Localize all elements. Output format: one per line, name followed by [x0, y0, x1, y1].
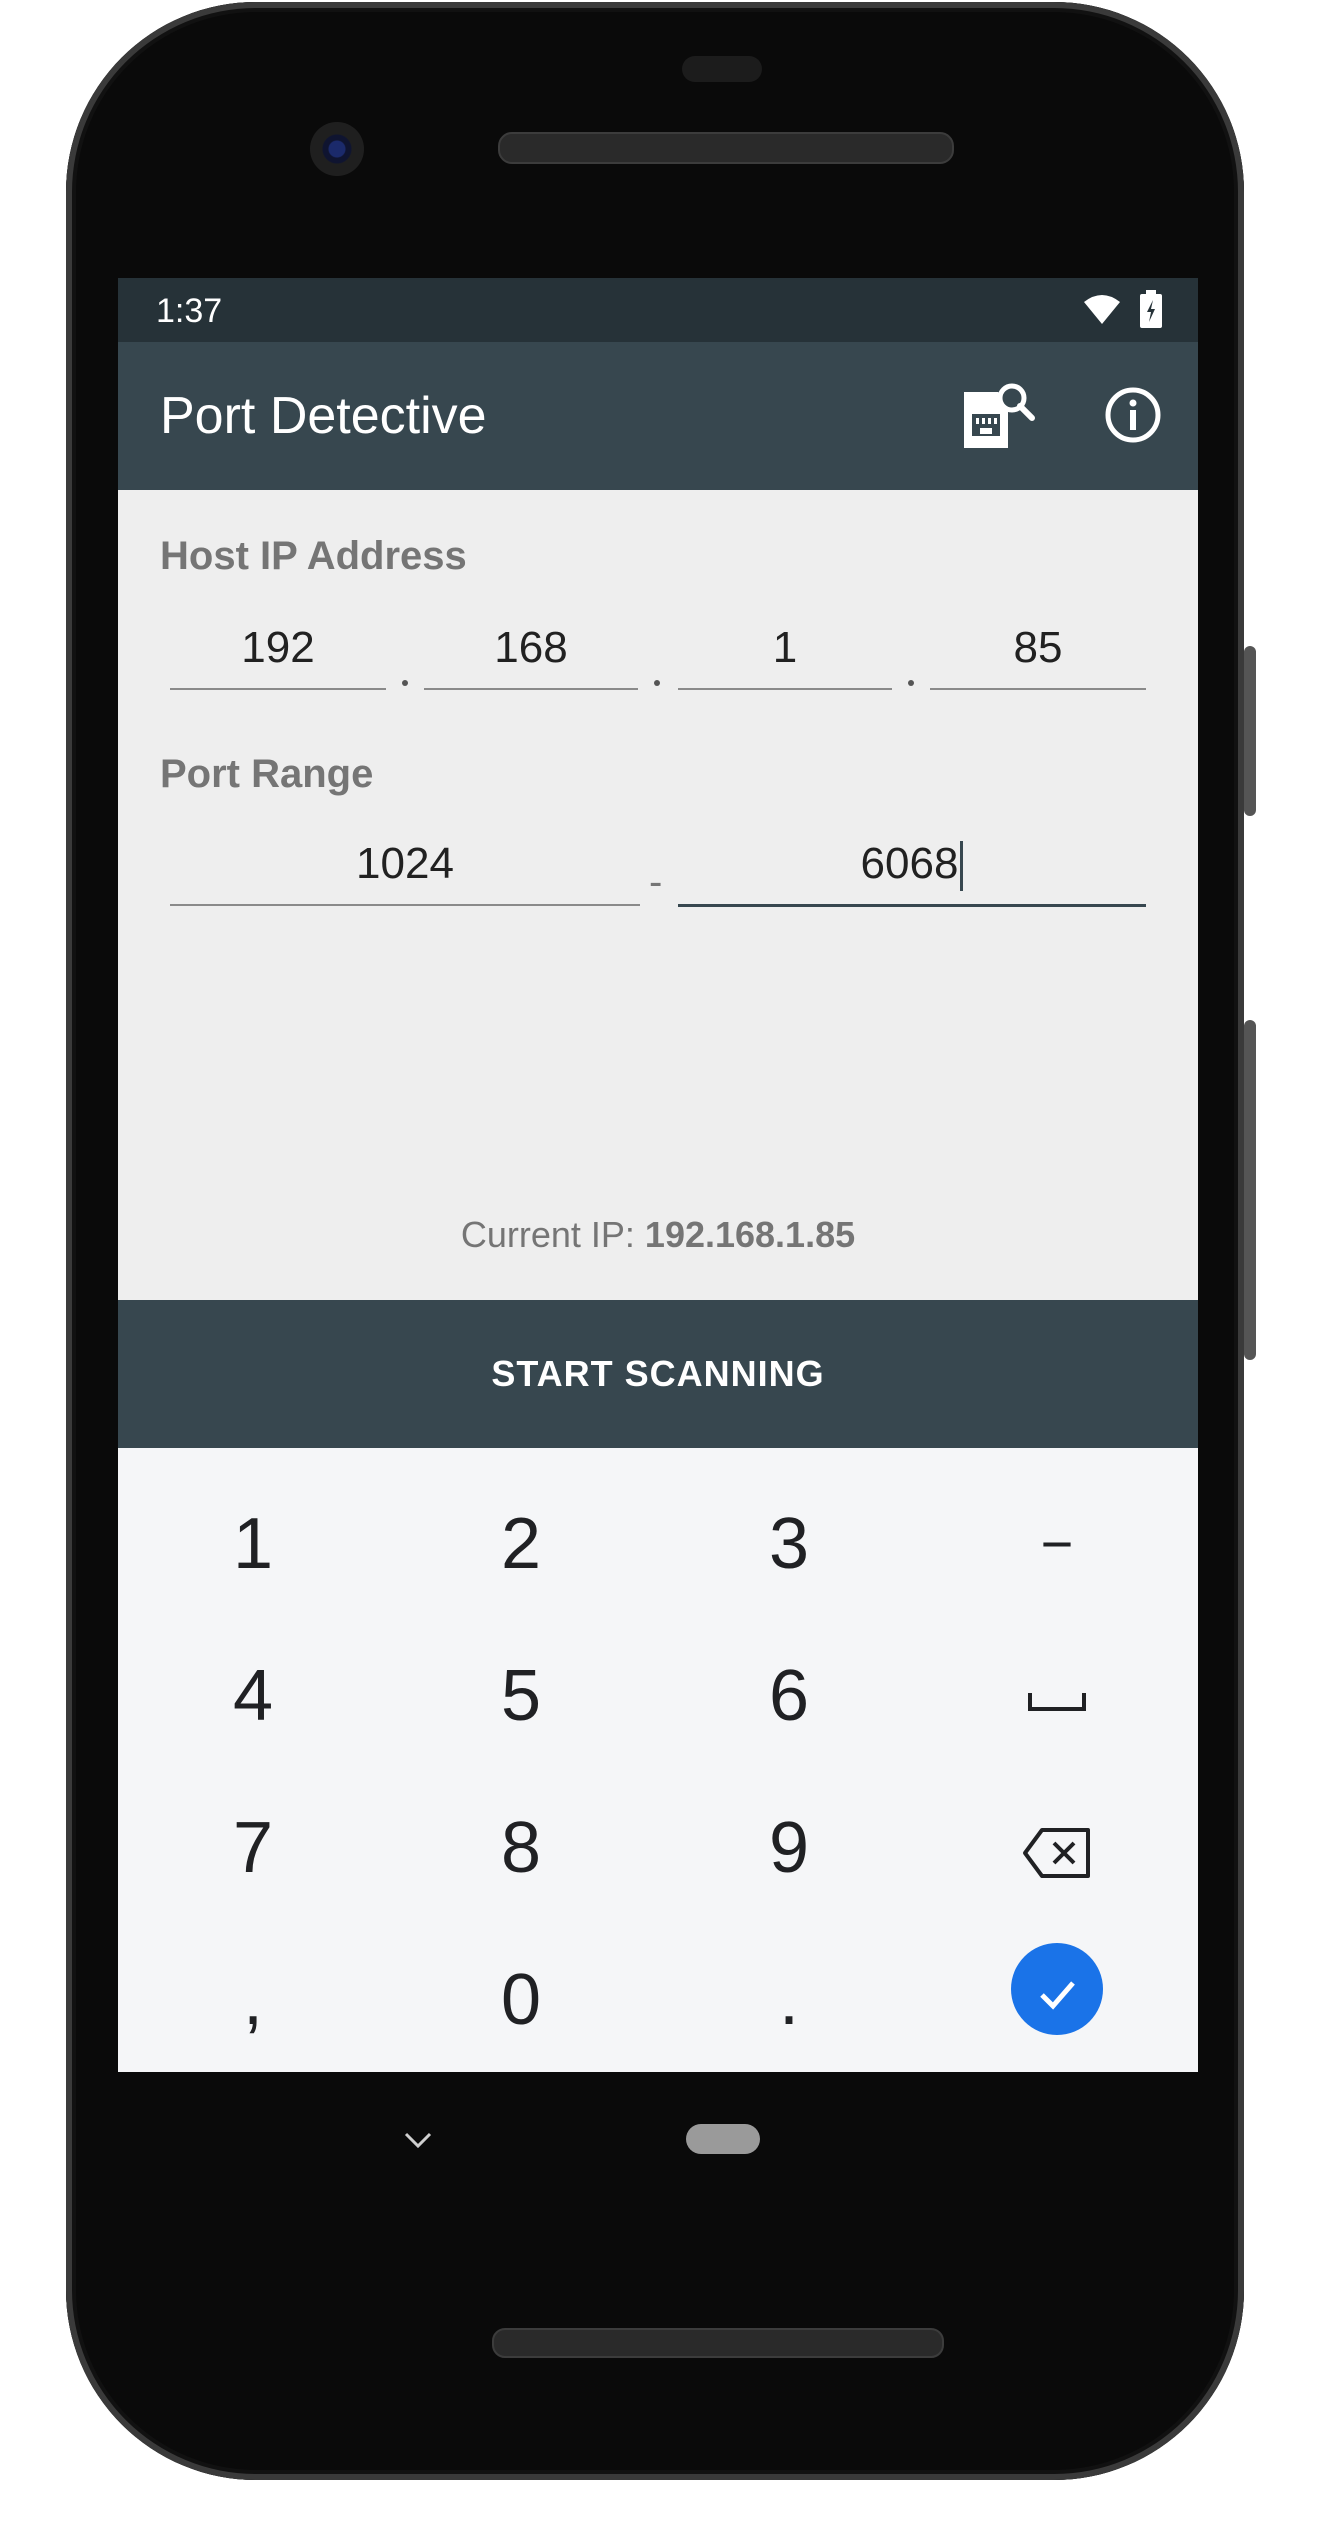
ip-separator	[908, 680, 914, 686]
key-4[interactable]: 4	[118, 1620, 388, 1772]
checkmark-icon	[1011, 1942, 1103, 2035]
ip-octet-3-input[interactable]: 1	[678, 608, 892, 690]
volume-button	[1244, 1020, 1256, 1360]
current-ip-prefix: Current IP:	[460, 1214, 645, 1255]
numeric-keyboard: 1 2 3 − 4 5 6 7 8 9 , 0 .	[118, 1448, 1198, 2072]
key-5[interactable]: 5	[386, 1620, 656, 1772]
status-time: 1:37	[156, 292, 223, 330]
key-space[interactable]	[922, 1620, 1192, 1772]
port-end-value: 6068	[860, 839, 959, 888]
ip-separator	[654, 680, 660, 686]
key-backspace[interactable]	[922, 1772, 1192, 1924]
battery-charging-icon	[1140, 290, 1162, 328]
key-9[interactable]: 9	[654, 1772, 924, 1924]
port-range-separator: -	[649, 860, 663, 904]
app-bar: Port Detective	[118, 342, 1198, 490]
nav-home-button[interactable]	[686, 2124, 760, 2154]
text-cursor	[960, 841, 964, 892]
key-comma[interactable]: ,	[118, 1924, 388, 2072]
ip-octet-1-input[interactable]: 192	[170, 608, 386, 690]
key-6[interactable]: 6	[654, 1620, 924, 1772]
phone-screen: 1:37 Port Detective Host IP Address 192 …	[118, 278, 1198, 2072]
key-7[interactable]: 7	[118, 1772, 388, 1924]
host-ip-label: Host IP Address	[160, 534, 467, 578]
key-done[interactable]	[922, 1908, 1192, 2060]
info-icon[interactable]	[1104, 386, 1162, 444]
front-camera	[310, 122, 364, 176]
key-1[interactable]: 1	[118, 1468, 388, 1620]
key-minus[interactable]: −	[922, 1468, 1192, 1620]
start-scanning-button[interactable]: START SCANNING	[118, 1300, 1198, 1448]
current-ip-text: Current IP: 192.168.1.85	[118, 1214, 1198, 1256]
space-bar-icon	[1027, 1656, 1087, 1736]
app-title: Port Detective	[160, 387, 487, 445]
port-start-input[interactable]: 1024	[170, 824, 640, 906]
key-0[interactable]: 0	[386, 1924, 656, 2072]
current-ip-value: 192.168.1.85	[644, 1214, 856, 1255]
top-speaker	[498, 132, 954, 164]
ip-octet-2-input[interactable]: 168	[424, 608, 638, 690]
proximity-sensor	[682, 56, 762, 82]
ip-separator	[402, 680, 408, 686]
key-3[interactable]: 3	[654, 1468, 924, 1620]
ip-octet-4-input[interactable]: 85	[930, 608, 1146, 690]
ethernet-search-icon[interactable]	[960, 378, 1036, 454]
power-button	[1244, 646, 1256, 816]
status-bar: 1:37	[118, 278, 1198, 342]
wifi-icon	[1082, 290, 1122, 330]
port-end-input[interactable]: 6068	[678, 824, 1146, 907]
key-2[interactable]: 2	[386, 1468, 656, 1620]
key-8[interactable]: 8	[386, 1772, 656, 1924]
nav-back-icon[interactable]	[398, 2120, 438, 2160]
backspace-icon	[1022, 1808, 1092, 1888]
bottom-speaker	[492, 2328, 944, 2358]
port-range-label: Port Range	[160, 752, 374, 796]
key-period[interactable]: .	[654, 1924, 924, 2072]
